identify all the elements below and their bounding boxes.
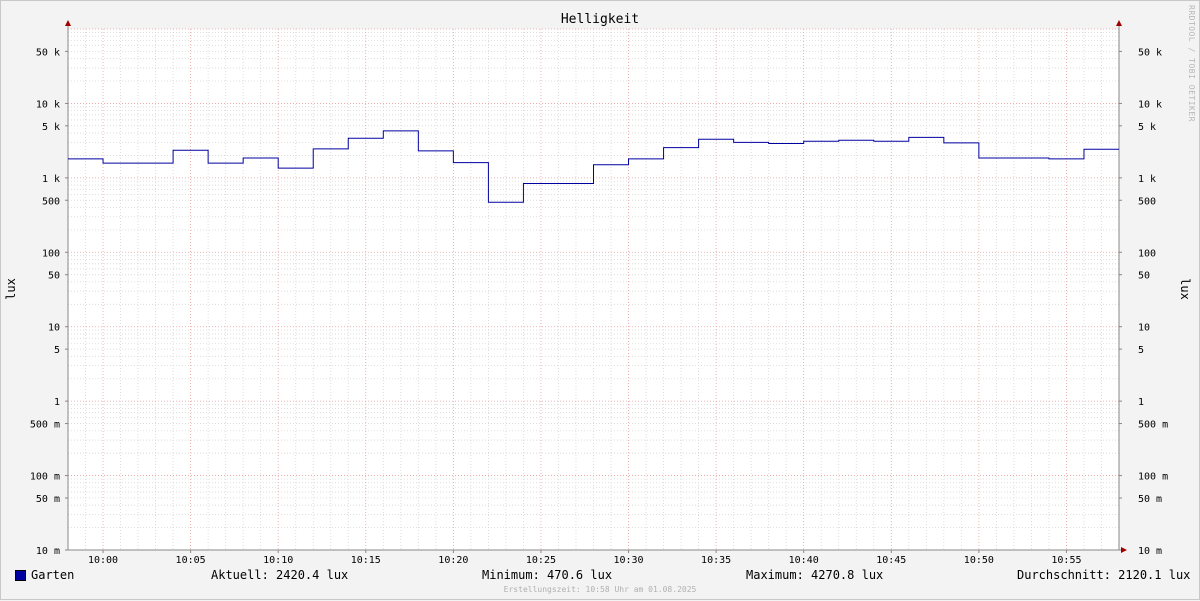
x-tick-label: 10:25	[526, 555, 556, 566]
creation-time-footer: Erstellungszeit: 10:58 Uhr am 01.08.2025	[503, 585, 697, 594]
x-tick-label: 10:10	[263, 555, 293, 566]
y-tick-label-right: 1	[1138, 397, 1144, 408]
legend-minimum: Minimum: 470.6 lux	[482, 568, 613, 582]
y-tick-label-left: 500 m	[30, 420, 60, 431]
y-tick-label-left: 500	[42, 196, 60, 207]
y-tick-label-left: 50 k	[36, 47, 60, 58]
x-tick-label: 10:35	[701, 555, 731, 566]
y-axis-title-right: lux	[1178, 278, 1192, 300]
x-tick-label: 10:05	[176, 555, 206, 566]
chart-frame: 10:00 10:05 10:10 10:15 10:20 10:25 10:30 10:35…	[0, 0, 1200, 600]
y-tick-label-right: 5	[1138, 345, 1144, 356]
chart-title: Helligkeit	[560, 12, 640, 27]
y-tick-label-right: 10	[1138, 323, 1150, 334]
legend-series-name: Garten	[31, 568, 75, 582]
legend-durchschnitt: Durchschnitt: 2120.1 lux	[1017, 568, 1191, 582]
y-tick-label-left: 10 m	[36, 546, 60, 557]
rrdtool-watermark: RRDTOOL / TOBI OETIKER	[1187, 5, 1196, 122]
y-tick-label-right: 500 m	[1138, 420, 1168, 431]
x-tick-label: 10:15	[351, 555, 381, 566]
y-tick-label-left: 50 m	[36, 494, 60, 505]
legend-row: Garten Aktuell: 2420.4 lux Minimum: 470.…	[1, 568, 1200, 584]
x-tick-label: 10:20	[438, 555, 468, 566]
y-tick-label-left: 5	[54, 345, 60, 356]
y-tick-label-left: 1	[54, 397, 60, 408]
x-tick-label: 10:45	[876, 555, 906, 566]
y-tick-label-left: 50	[48, 271, 60, 282]
x-tick-label: 10:30	[613, 555, 643, 566]
y-tick-label-left: 1 k	[42, 174, 60, 185]
y-tick-label-left: 100	[42, 248, 60, 259]
chart-svg: 10:00 10:05 10:10 10:15 10:20 10:25 10:30 10:35…	[4, 20, 1192, 566]
y-tick-label-right: 1 k	[1138, 174, 1156, 185]
y-tick-label-right: 50	[1138, 271, 1150, 282]
x-tick-label: 10:55	[1051, 555, 1081, 566]
y-tick-label-left: 10	[48, 323, 60, 334]
y-tick-label-right: 10 k	[1138, 99, 1162, 110]
y-tick-label-right: 10 m	[1138, 546, 1162, 557]
legend-maximum: Maximum: 4270.8 lux	[746, 568, 884, 582]
y-tick-label-right: 50 k	[1138, 47, 1162, 58]
legend-aktuell: Aktuell: 2420.4 lux	[211, 568, 349, 582]
y-tick-label-right: 100 m	[1138, 472, 1168, 483]
y-tick-label-left: 10 k	[36, 99, 60, 110]
x-tick-label: 10:50	[964, 555, 994, 566]
y-tick-label-right: 100	[1138, 248, 1156, 259]
y-tick-label-right: 5 k	[1138, 122, 1156, 133]
y-tick-label-left: 5 k	[42, 122, 60, 133]
y-tick-label-left: 100 m	[30, 472, 60, 483]
y-tick-label-right: 500	[1138, 196, 1156, 207]
x-tick-label: 10:00	[88, 555, 118, 566]
x-axis-arrow	[1121, 547, 1127, 553]
x-tick-label: 10:40	[789, 555, 819, 566]
y-tick-label-right: 50 m	[1138, 494, 1162, 505]
y-axis-title-left: lux	[4, 278, 18, 300]
